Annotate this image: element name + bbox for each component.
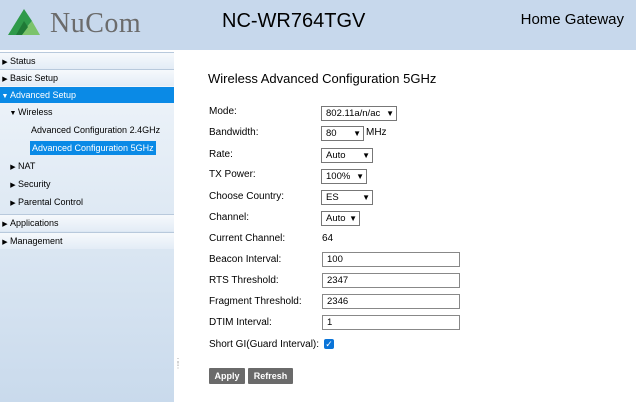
bandwidth-unit: MHz: [366, 127, 387, 138]
bandwidth-value: 80: [326, 128, 337, 139]
nav-basic-setup[interactable]: ▶ Basic Setup: [0, 69, 174, 86]
nav-basic-setup-label: Basic Setup: [10, 73, 59, 83]
triangle-right-icon: ▶: [10, 200, 16, 207]
triangle-down-icon: ▼: [1, 93, 9, 100]
beacon-interval-label: Beacon Interval:: [209, 254, 282, 265]
nav-status-label: Status: [10, 56, 36, 66]
current-channel-value: 64: [322, 233, 334, 244]
refresh-button[interactable]: Refresh: [248, 368, 293, 384]
current-channel-label: Current Channel:: [209, 233, 286, 244]
country-value: ES: [326, 192, 339, 203]
nav-nat[interactable]: ▶ NAT: [8, 159, 35, 173]
triangle-right-icon: ▶: [2, 239, 8, 246]
nav-security[interactable]: ▶ Security: [8, 177, 51, 191]
nav-parental-control-label: Parental Control: [18, 197, 84, 207]
fragment-threshold-label: Fragment Threshold:: [209, 296, 302, 307]
triangle-down-icon: ▼: [9, 110, 17, 117]
rate-label: Rate:: [209, 149, 233, 160]
tx-power-value: 100%: [326, 171, 351, 182]
triangle-right-icon: ▶: [10, 164, 16, 171]
nav-applications-label: Applications: [10, 218, 59, 228]
rate-value: Auto: [326, 150, 346, 161]
nav-security-label: Security: [18, 179, 51, 189]
dtim-interval-label: DTIM Interval:: [209, 317, 272, 328]
dtim-interval-input[interactable]: 1: [322, 315, 460, 330]
triangle-right-icon: ▶: [10, 182, 16, 189]
nav-applications[interactable]: ▶ Applications: [0, 214, 174, 231]
nav-management-label: Management: [10, 236, 63, 246]
country-label: Choose Country:: [209, 191, 285, 202]
mode-label: Mode:: [209, 106, 237, 117]
rate-select[interactable]: Auto ▼: [321, 148, 373, 163]
mode-select[interactable]: 802.11a/n/ac ▼: [321, 106, 397, 121]
nav-nat-label: NAT: [18, 161, 36, 171]
brand-name: NuCom: [50, 8, 142, 39]
chevron-down-icon: ▼: [356, 172, 364, 181]
triangle-right-icon: ▶: [2, 221, 8, 228]
chevron-down-icon: ▼: [362, 151, 370, 160]
chevron-down-icon: ▼: [353, 129, 361, 138]
channel-value: Auto: [326, 213, 346, 224]
bandwidth-label: Bandwidth:: [209, 127, 259, 138]
short-gi-label: Short GI(Guard Interval):: [209, 339, 320, 350]
page-title: Wireless Advanced Configuration 5GHz: [208, 71, 437, 86]
main-content: Wireless Advanced Configuration 5GHz Mod…: [178, 50, 636, 402]
chevron-down-icon: ▼: [386, 109, 394, 118]
mode-value: 802.11a/n/ac: [326, 108, 381, 119]
header-bar: NuCom NC-WR764TGV Home Gateway: [0, 0, 636, 50]
checkmark-icon: ✓: [325, 339, 333, 349]
rts-threshold-label: RTS Threshold:: [209, 275, 279, 286]
nav-parental-control[interactable]: ▶ Parental Control: [8, 195, 83, 209]
short-gi-checkbox[interactable]: ✓: [324, 339, 334, 349]
nav-status[interactable]: ▶ Status: [0, 52, 174, 69]
chevron-down-icon: ▼: [349, 214, 357, 223]
triangle-right-icon: ▶: [2, 76, 8, 83]
chevron-down-icon: ▼: [362, 193, 370, 202]
nav-advanced-setup[interactable]: ▼ Advanced Setup: [0, 87, 174, 103]
nav-advanced-setup-label: Advanced Setup: [10, 90, 77, 100]
tx-power-label: TX Power:: [209, 169, 256, 180]
beacon-interval-input[interactable]: 100: [322, 252, 460, 267]
tx-power-select[interactable]: 100% ▼: [321, 169, 367, 184]
nav-adv-config-24ghz[interactable]: Advanced Configuration 2.4GHz: [31, 123, 160, 137]
nav-wireless[interactable]: ▼ Wireless: [8, 105, 53, 119]
sidebar: ▶ Status ▶ Basic Setup ▼ Advanced Setup ▼ Wi…: [0, 50, 174, 402]
model-name: NC-WR764TGV: [222, 10, 366, 32]
apply-button[interactable]: Apply: [209, 368, 245, 384]
nav-adv-config-5ghz[interactable]: Advanced Configuration 5GHz: [30, 141, 156, 155]
nucom-logo-icon: [8, 9, 40, 35]
nucom-logo: NuCom: [6, 5, 154, 45]
channel-label: Channel:: [209, 212, 250, 223]
nav-management[interactable]: ▶ Management: [0, 232, 174, 249]
country-select[interactable]: ES ▼: [321, 190, 373, 205]
nav-wireless-label: Wireless: [18, 107, 53, 117]
product-name: Home Gateway: [520, 11, 624, 28]
fragment-threshold-input[interactable]: 2346: [322, 294, 460, 309]
rts-threshold-input[interactable]: 2347: [322, 273, 460, 288]
bandwidth-select[interactable]: 80 ▼: [321, 126, 364, 141]
channel-select[interactable]: Auto ▼: [321, 211, 360, 226]
